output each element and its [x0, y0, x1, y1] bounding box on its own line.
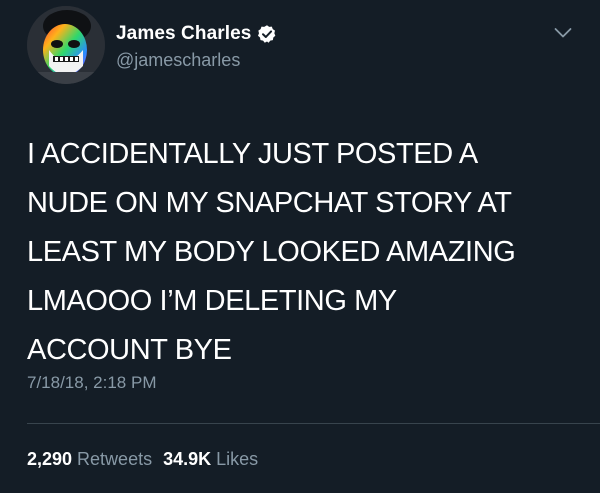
- likes-label: Likes: [216, 449, 259, 469]
- tweet-timestamp[interactable]: 7/18/18, 2:18 PM: [27, 373, 156, 393]
- tweet-text-line: ACCOUNT BYE: [27, 334, 232, 366]
- verified-badge-icon: [257, 24, 277, 44]
- avatar-image: [27, 6, 105, 84]
- tweet-stats: 2,290 Retweets 34.9K Likes: [27, 449, 258, 470]
- chevron-down-icon[interactable]: [554, 26, 572, 38]
- tweet-text-line: I ACCIDENTALLY JUST POSTED A: [27, 138, 478, 170]
- tweet-text-line: LMAOOO I’M DELETING MY: [27, 285, 397, 317]
- retweets-label: Retweets: [77, 449, 153, 469]
- tweet-text-line: NUDE ON MY SNAPCHAT STORY AT: [27, 187, 512, 219]
- tweet-text-line: LEAST MY BODY LOOKED AMAZING: [27, 236, 516, 268]
- display-name[interactable]: James Charles: [116, 23, 251, 45]
- tweet-text: I ACCIDENTALLY JUST POSTED A NUDE ON MY …: [27, 130, 572, 375]
- retweets-stat[interactable]: 2,290 Retweets: [27, 449, 152, 470]
- divider: [27, 423, 600, 424]
- author-handle[interactable]: @jamescharles: [116, 50, 240, 71]
- author-name-row[interactable]: James Charles: [116, 23, 277, 45]
- retweets-count: 2,290: [27, 449, 73, 469]
- likes-count: 34.9K: [163, 449, 212, 469]
- tweet: James Charles @jamescharles I ACCIDENTAL…: [0, 0, 600, 493]
- avatar[interactable]: [27, 6, 105, 84]
- likes-stat[interactable]: 34.9K Likes: [163, 449, 258, 470]
